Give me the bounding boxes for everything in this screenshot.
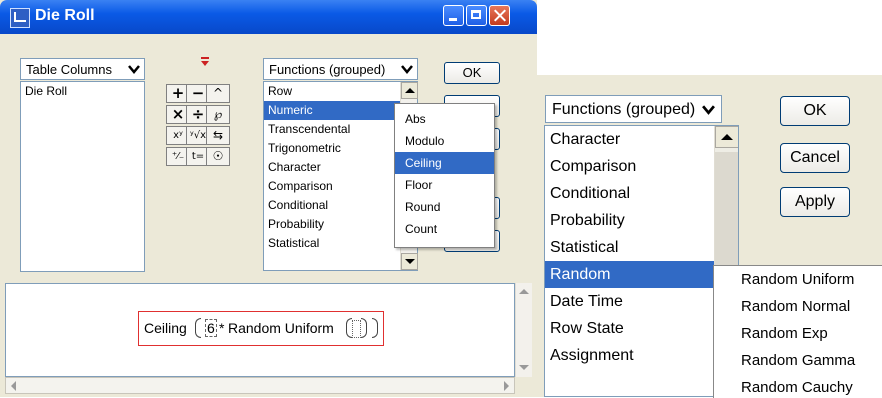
scroll-left-icon[interactable] [11, 381, 16, 391]
chevron-down-icon [401, 65, 413, 74]
formula-horizontal-scrollbar[interactable] [5, 377, 515, 394]
list-item[interactable]: Comparison [545, 153, 738, 180]
ok-button[interactable]: OK [444, 62, 500, 84]
menu-item-ceiling[interactable]: Ceiling [395, 152, 494, 174]
maximize-icon[interactable] [466, 5, 487, 26]
functions-dropdown-label: Functions (grouped) [269, 62, 386, 77]
formula-inner-function[interactable]: Random Uniform [228, 320, 334, 336]
list-item[interactable]: Character [545, 126, 738, 153]
numeric-function-menu: Abs Modulo Ceiling Floor Round Count [394, 103, 495, 248]
menu-item-abs[interactable]: Abs [395, 108, 494, 130]
table-columns-list[interactable]: Die Roll [20, 81, 145, 272]
menu-item-modulo[interactable]: Modulo [395, 130, 494, 152]
list-item-selected[interactable]: Random [545, 261, 738, 288]
zoom-functions-category-list[interactable]: Character Comparison Conditional Probabi… [544, 125, 739, 397]
table-columns-label: Table Columns [26, 62, 112, 77]
formula-operator: * [219, 320, 225, 336]
list-item[interactable]: Date Time [545, 288, 738, 315]
scroll-up-icon[interactable] [715, 126, 738, 148]
chevron-down-icon [128, 65, 140, 74]
title-bar[interactable]: Die Roll [0, 0, 537, 34]
close-paren-icon [372, 318, 378, 338]
menu-item-random-cauchy[interactable]: Random Cauchy [714, 374, 882, 398]
keypad-marker-icon [201, 57, 209, 66]
empty-argument-slot[interactable] [352, 320, 361, 338]
menu-item-random-gamma[interactable]: Random Gamma [714, 347, 882, 374]
list-item[interactable]: Row [264, 82, 417, 101]
zoom-functions-dropdown[interactable]: Functions (grouped) [545, 95, 722, 123]
scroll-up-icon[interactable] [519, 289, 529, 294]
chevron-down-icon [702, 105, 715, 115]
peel-key[interactable]: ☉ [206, 147, 230, 166]
list-item[interactable]: Probability [545, 207, 738, 234]
scroll-down-icon[interactable] [519, 365, 529, 370]
zoom-functions-dropdown-label: Functions (grouped) [552, 101, 696, 118]
random-function-menu: Random Uniform Random Normal Random Exp … [713, 265, 882, 398]
functions-dropdown[interactable]: Functions (grouped) [263, 58, 418, 80]
minimize-icon[interactable] [443, 5, 464, 26]
zoom-ok-button[interactable]: OK [780, 96, 850, 126]
die-roll-window: Die Roll Table Columns Die Roll + − ^ × … [0, 0, 537, 397]
swap-key[interactable]: ⇆ [206, 126, 230, 145]
list-item[interactable]: Conditional [545, 180, 738, 207]
window-title: Die Roll [35, 7, 95, 24]
insert-key[interactable]: ℘ [206, 105, 230, 124]
list-item[interactable]: Assignment [545, 342, 738, 369]
formula-function-name[interactable]: Ceiling [144, 320, 187, 336]
menu-item-floor[interactable]: Floor [395, 174, 494, 196]
menu-item-random-normal[interactable]: Random Normal [714, 293, 882, 320]
formula-vertical-scrollbar[interactable] [515, 283, 532, 377]
formula-multiplier[interactable]: 6 [205, 319, 217, 337]
list-item[interactable]: Die Roll [21, 82, 144, 101]
zoom-apply-button[interactable]: Apply [780, 187, 850, 217]
zoomed-functions-panel: Functions (grouped) OK Cancel Apply Char… [537, 75, 882, 398]
scroll-down-icon[interactable] [401, 253, 418, 270]
scroll-right-icon[interactable] [504, 381, 509, 391]
list-item[interactable]: Statistical [545, 234, 738, 261]
formula-expression[interactable]: Ceiling 6 * Random Uniform [138, 311, 384, 346]
list-item[interactable]: Row State [545, 315, 738, 342]
menu-item-round[interactable]: Round [395, 196, 494, 218]
menu-item-random-exp[interactable]: Random Exp [714, 320, 882, 347]
app-icon [10, 8, 30, 28]
menu-item-random-uniform[interactable]: Random Uniform [714, 266, 882, 293]
scroll-up-icon[interactable] [401, 82, 418, 99]
zoom-cancel-button[interactable]: Cancel [780, 143, 850, 173]
close-icon[interactable] [489, 5, 510, 26]
operator-keypad: + − ^ × ÷ ℘ xʸ ʸ√x ⇆ ⁺⁄₋ t= ☉ [166, 84, 251, 166]
scroll-thumb[interactable] [715, 152, 738, 282]
close-paren-icon [361, 318, 367, 338]
power-key[interactable]: ^ [206, 84, 230, 103]
open-paren-icon [195, 318, 201, 338]
table-columns-dropdown[interactable]: Table Columns [20, 58, 145, 80]
menu-item-count[interactable]: Count [395, 218, 494, 240]
